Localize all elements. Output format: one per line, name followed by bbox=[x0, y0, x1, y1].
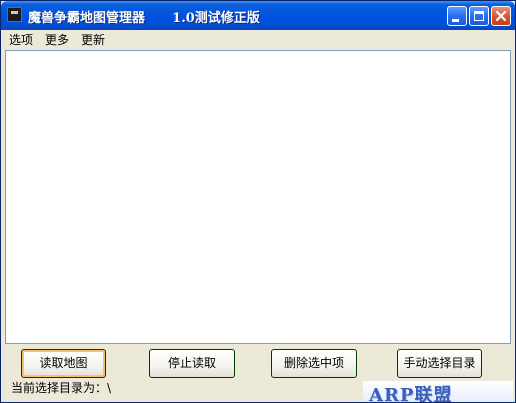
arp-logo: ARP联盟 bbox=[363, 381, 513, 403]
map-list[interactable] bbox=[5, 50, 511, 344]
stop-read-button[interactable]: 停止读取 bbox=[149, 349, 235, 378]
menu-options[interactable]: 选项 bbox=[9, 32, 33, 48]
menu-more[interactable]: 更多 bbox=[45, 32, 69, 48]
minimize-button[interactable] bbox=[447, 6, 467, 26]
current-directory-status: 当前选择目录为：\ bbox=[11, 381, 112, 395]
menu-update[interactable]: 更新 bbox=[81, 32, 105, 48]
close-icon bbox=[495, 10, 507, 22]
window-title: 魔兽争霸地图管理器 1.0测试修正版 bbox=[28, 11, 260, 26]
read-map-button[interactable]: 读取地图 bbox=[21, 349, 106, 378]
menu-bar: 选项 更多 更新 bbox=[1, 30, 515, 50]
logo-text: ARP联盟 bbox=[369, 385, 453, 403]
maximize-button[interactable] bbox=[469, 6, 489, 26]
app-icon[interactable] bbox=[7, 7, 22, 22]
app-window: 魔兽争霸地图管理器 1.0测试修正版 选项 更多 更新 读取地图 停止读取 删除… bbox=[0, 0, 516, 403]
title-bar[interactable]: 魔兽争霸地图管理器 1.0测试修正版 bbox=[1, 1, 515, 30]
delete-selected-button[interactable]: 删除选中项 bbox=[271, 349, 357, 378]
manual-select-dir-button[interactable]: 手动选择目录 bbox=[397, 349, 482, 378]
close-button[interactable] bbox=[491, 6, 511, 26]
